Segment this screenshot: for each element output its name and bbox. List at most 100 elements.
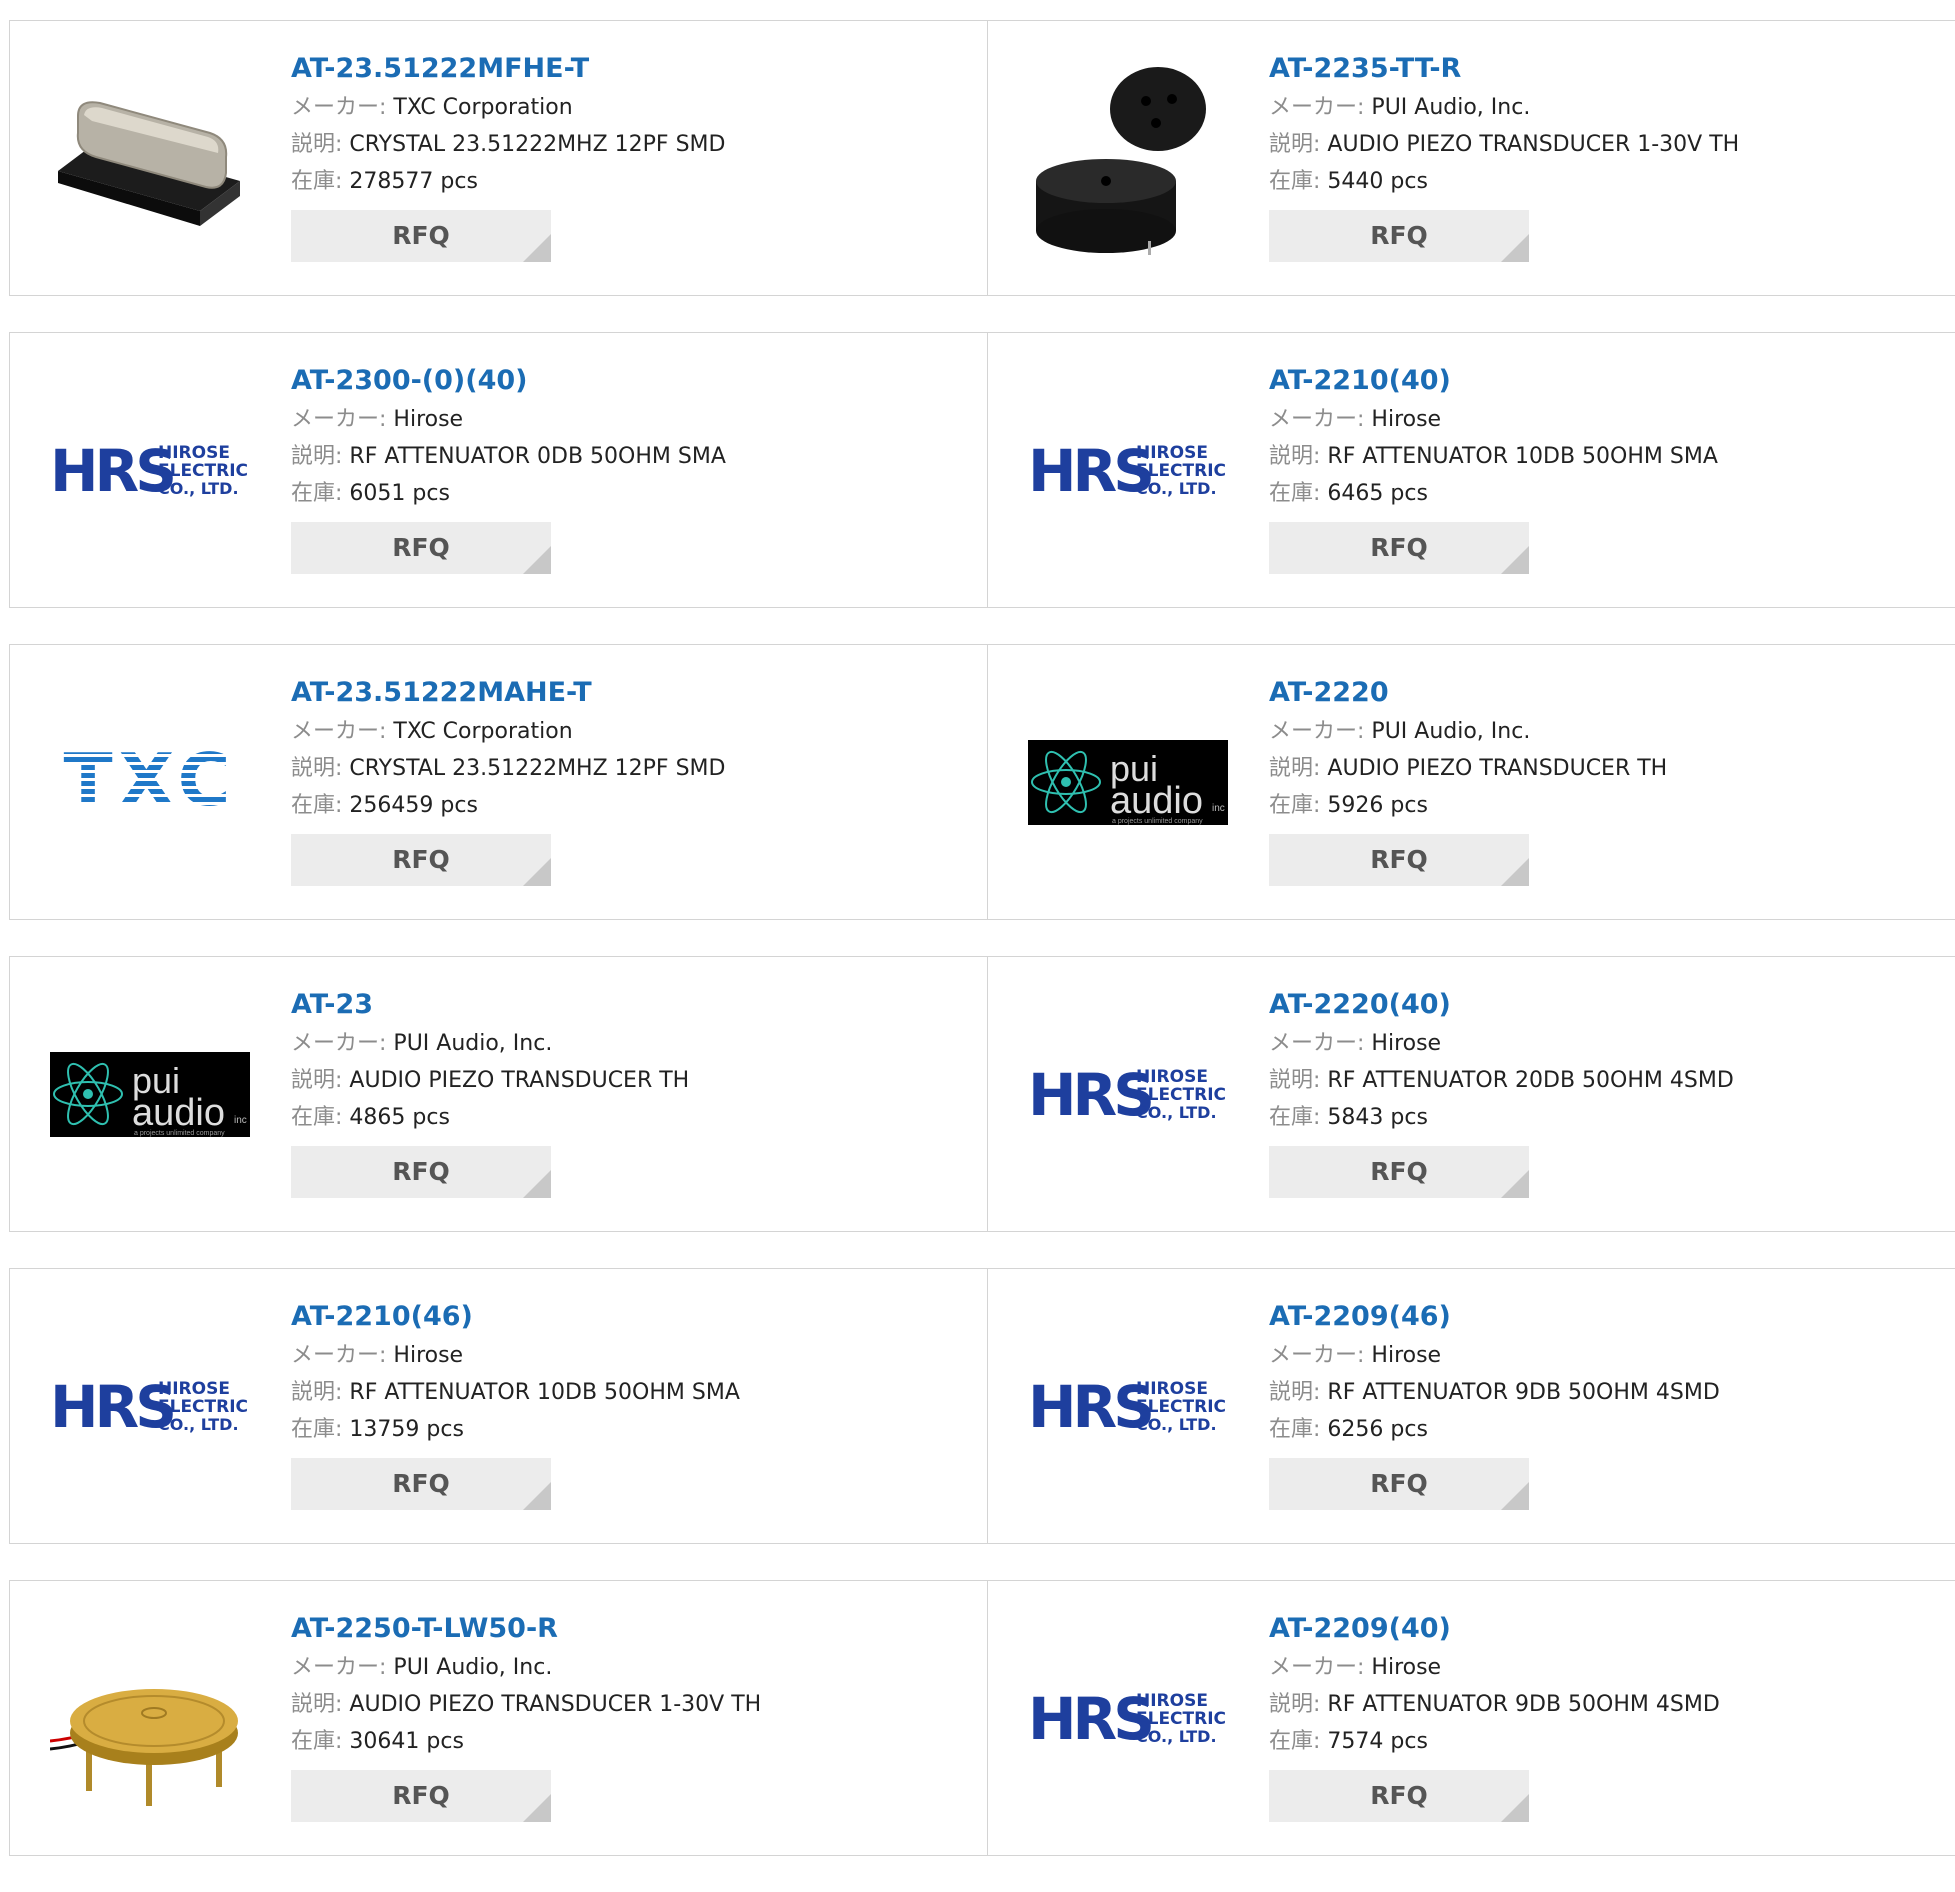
stock-label: 在庫: (291, 481, 343, 506)
maker-label: メーカー: (291, 1031, 387, 1056)
corner-decoration (1501, 858, 1529, 886)
maker-row: メーカー: TXC Corporation (291, 713, 725, 750)
maker-row: メーカー: Hirose (1269, 1649, 1720, 1686)
description-row: 説明: RF ATTENUATOR 9DB 50OHM 4SMD (1269, 1374, 1720, 1411)
description-label: 説明: (1269, 756, 1321, 781)
part-number-link[interactable]: AT-23.51222MAHE-T (291, 673, 725, 713)
txc-mark: TXC (64, 738, 237, 822)
part-number-link[interactable]: AT-2209(40) (1269, 1609, 1720, 1649)
rfq-button[interactable]: RFQ (1269, 834, 1529, 886)
product-image[interactable]: HRS HIROSE ELECTRIC CO., LTD. (1028, 1621, 1228, 1816)
product-row: AT-2250-T-LW50-R メーカー: PUI Audio, Inc. 説… (9, 1580, 1955, 1856)
stock-row: 在庫: 30641 pcs (291, 1723, 761, 1760)
stock-value: 6051 pcs (349, 481, 450, 506)
product-card: AT-2250-T-LW50-R メーカー: PUI Audio, Inc. 説… (10, 1581, 987, 1855)
rfq-button[interactable]: RFQ (291, 1146, 551, 1198)
description-value: CRYSTAL 23.51222MHZ 12PF SMD (349, 756, 726, 781)
maker-row: メーカー: Hirose (291, 401, 726, 438)
part-number-link[interactable]: AT-2220(40) (1269, 985, 1734, 1025)
description-label: 説明: (291, 1692, 343, 1717)
rfq-button[interactable]: RFQ (1269, 1770, 1529, 1822)
pui-tagline: a projects unlimited company (134, 1130, 225, 1137)
part-number-link[interactable]: AT-2250-T-LW50-R (291, 1609, 761, 1649)
stock-row: 在庫: 7574 pcs (1269, 1723, 1720, 1760)
rfq-label: RFQ (392, 1157, 450, 1186)
product-image[interactable] (50, 1621, 250, 1816)
description-row: 説明: RF ATTENUATOR 10DB 50OHM SMA (291, 1374, 740, 1411)
product-image[interactable]: HRS HIROSE ELECTRIC CO., LTD. (1028, 1309, 1228, 1504)
product-image[interactable]: HRS HIROSE ELECTRIC CO., LTD. (1028, 997, 1228, 1192)
description-label: 説明: (291, 756, 343, 781)
hrs-mark: HRS (1028, 437, 1151, 505)
description-value: AUDIO PIEZO TRANSDUCER 1-30V TH (1327, 132, 1740, 157)
hrs-line2: ELECTRIC (1136, 1397, 1226, 1417)
product-image[interactable] (1028, 61, 1228, 256)
part-number-link[interactable]: AT-23.51222MFHE-T (291, 49, 725, 89)
pui-line2: audio (132, 1092, 225, 1134)
stock-value: 256459 pcs (349, 793, 478, 818)
rfq-label: RFQ (1370, 1469, 1428, 1498)
stock-row: 在庫: 278577 pcs (291, 163, 725, 200)
product-image[interactable]: pui audio inc a projects unlimited company (1028, 685, 1228, 880)
rfq-button[interactable]: RFQ (291, 834, 551, 886)
description-value: RF ATTENUATOR 0DB 50OHM SMA (349, 444, 726, 469)
maker-label: メーカー: (291, 407, 387, 432)
txc-logo: TXC (64, 738, 237, 822)
product-image[interactable] (50, 61, 250, 256)
stock-label: 在庫: (1269, 1105, 1321, 1130)
description-row: 説明: CRYSTAL 23.51222MHZ 12PF SMD (291, 750, 725, 787)
part-number-link[interactable]: AT-2209(46) (1269, 1297, 1720, 1337)
rfq-button[interactable]: RFQ (1269, 1458, 1529, 1510)
rfq-button[interactable]: RFQ (291, 1458, 551, 1510)
product-image[interactable]: HRS HIROSE ELECTRIC CO., LTD. (50, 373, 250, 568)
hrs-line3: CO., LTD. (1136, 1415, 1217, 1434)
stock-value: 4865 pcs (349, 1105, 450, 1130)
product-image[interactable]: HRS HIROSE ELECTRIC CO., LTD. (50, 1309, 250, 1504)
rfq-button[interactable]: RFQ (1269, 210, 1529, 262)
hrs-line3: CO., LTD. (158, 479, 239, 498)
product-row: HRS HIROSE ELECTRIC CO., LTD. AT-2210(46) メ… (9, 1268, 1955, 1544)
hrs-logo: HRSHIROSEELECTRICCO., LTD. (50, 437, 248, 505)
hrs-line2: ELECTRIC (1136, 461, 1226, 481)
product-image[interactable]: TXC (50, 685, 250, 880)
rfq-button[interactable]: RFQ (291, 210, 551, 262)
part-number-link[interactable]: AT-2220 (1269, 673, 1667, 713)
product-image[interactable]: pui audio inc a projects unlimited company (50, 997, 250, 1192)
part-number-link[interactable]: AT-2210(46) (291, 1297, 740, 1337)
stock-value: 13759 pcs (349, 1417, 464, 1442)
part-number-link[interactable]: AT-2235-TT-R (1269, 49, 1739, 89)
corner-decoration (523, 234, 551, 262)
hrs-line3: CO., LTD. (1136, 1103, 1217, 1122)
hrs-logo: HRSHIROSEELECTRICCO., LTD. (1028, 437, 1226, 505)
pui-audio-logo: puiaudio inca projects unlimited company (50, 1052, 250, 1137)
corner-decoration (1501, 1482, 1529, 1510)
product-row: AT-23.51222MFHE-T メーカー: TXC Corporation … (9, 20, 1955, 296)
maker-value: PUI Audio, Inc. (1371, 719, 1531, 744)
rfq-button[interactable]: RFQ (1269, 1146, 1529, 1198)
rfq-button[interactable]: RFQ (1269, 522, 1529, 574)
part-number-link[interactable]: AT-2210(40) (1269, 361, 1718, 401)
hrs-line3: CO., LTD. (1136, 1727, 1217, 1746)
stock-label: 在庫: (291, 1417, 343, 1442)
maker-label: メーカー: (1269, 719, 1365, 744)
part-number-link[interactable]: AT-2300-(0)(40) (291, 361, 726, 401)
hrs-logo: HRSHIROSEELECTRICCO., LTD. (1028, 1061, 1226, 1129)
hrs-mark: HRS (1028, 1373, 1151, 1441)
rfq-button[interactable]: RFQ (291, 522, 551, 574)
stock-row: 在庫: 6051 pcs (291, 475, 726, 512)
stock-row: 在庫: 13759 pcs (291, 1411, 740, 1448)
hrs-logo: HRSHIROSEELECTRICCO., LTD. (50, 1373, 248, 1441)
description-value: RF ATTENUATOR 20DB 50OHM 4SMD (1327, 1068, 1734, 1093)
hrs-mark: HRS (50, 437, 173, 505)
maker-value: PUI Audio, Inc. (1371, 95, 1531, 120)
pui-audio-logo: puiaudio inca projects unlimited company (1028, 740, 1228, 825)
rfq-button[interactable]: RFQ (291, 1770, 551, 1822)
hrs-line2: ELECTRIC (1136, 1709, 1226, 1729)
product-image[interactable]: HRS HIROSE ELECTRIC CO., LTD. (1028, 373, 1228, 568)
rfq-label: RFQ (392, 221, 450, 250)
stock-label: 在庫: (291, 169, 343, 194)
piezo-disc-photo (50, 1689, 238, 1806)
stock-label: 在庫: (1269, 1417, 1321, 1442)
part-number-link[interactable]: AT-23 (291, 985, 689, 1025)
maker-row: メーカー: PUI Audio, Inc. (1269, 89, 1739, 126)
